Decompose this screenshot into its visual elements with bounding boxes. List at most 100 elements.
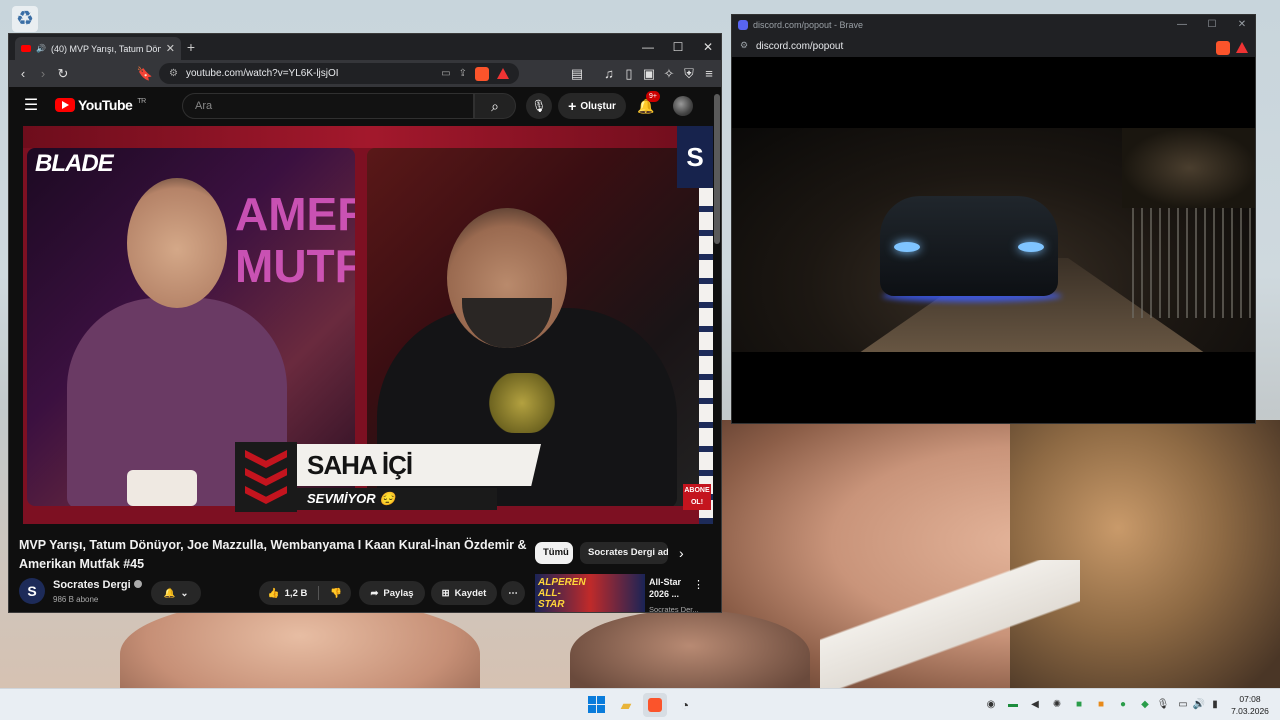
scene-railing (1132, 208, 1255, 318)
site-info-icon[interactable]: ⚙ (169, 68, 178, 79)
minimize-button[interactable]: — (633, 34, 663, 60)
car-headlight-right (1018, 242, 1044, 252)
taskbar-clock[interactable]: 07:08 7.03.2026 (1226, 693, 1274, 717)
stream-video[interactable] (732, 128, 1255, 352)
vpn-icon[interactable]: ⛨ (679, 64, 699, 84)
tray-steam-icon[interactable]: ◉ (984, 698, 998, 712)
save-button[interactable]: ⊞ Kaydet (431, 581, 497, 605)
tray-shield-icon[interactable]: ● (1116, 698, 1130, 712)
cast-icon[interactable]: ▭ (441, 68, 450, 79)
speaker-icon[interactable]: 🔊 (36, 44, 46, 53)
recommended-title[interactable]: All-Star 2026 ... (649, 576, 699, 600)
subscription-bell-button[interactable]: 🔔 ⌄ (151, 581, 201, 605)
notification-count-badge: 9+ (646, 91, 660, 102)
youtube-favicon-icon (21, 45, 31, 52)
tray-mic-icon[interactable]: 🎙 (1156, 698, 1170, 712)
sidebar-icon[interactable]: ▯ (619, 64, 639, 84)
recommended-menu-icon[interactable]: ⋮ (693, 578, 704, 591)
clock-app-icon[interactable]: ◔ (673, 693, 697, 717)
video-top-band (23, 126, 713, 148)
youtube-logo-text: YouTube (78, 97, 133, 113)
popout-close-button[interactable]: ✕ (1227, 15, 1255, 35)
wallpaper-left-shape (120, 600, 480, 688)
more-actions-button[interactable]: ⋯ (501, 581, 525, 605)
lower-third: SAHA İÇİ KOLTUKLAR SEVMİYOR 😔 (235, 442, 541, 512)
tray-app-icon[interactable]: ◀ (1028, 698, 1042, 712)
taskbar: ▰ ◔ ◉ ▬ ◀ ✺ ■ ■ ● ◆ 🎙 ▭ 🔊 ▮ 07:08 7.03.2… (0, 688, 1280, 720)
voice-search-icon[interactable]: 🎙 (526, 93, 552, 119)
chevron-graphic (235, 442, 297, 512)
tray-network-icon[interactable]: ▭ (1176, 698, 1190, 712)
chip-channel[interactable]: Socrates Dergi adl (580, 542, 668, 564)
create-label: Oluştur (580, 100, 616, 112)
url-text: youtube.com/watch?v=YL6K-ljsjOI (185, 68, 339, 79)
tray-security-icon[interactable]: ◆ (1138, 698, 1152, 712)
popout-rewards-icon[interactable] (1236, 42, 1248, 53)
new-tab-button[interactable]: + (181, 38, 201, 58)
dislike-icon[interactable]: 👎 (330, 588, 342, 599)
address-bar[interactable]: ⚙ youtube.com/watch?v=YL6K-ljsjOI ▭ ⇪ (159, 63, 519, 84)
tray-battery-icon[interactable]: ▮ (1208, 698, 1222, 712)
channel-avatar[interactable]: S (19, 578, 45, 604)
video-player[interactable]: BLADE AMERIKAN MUTFAK S SAHA İÇİ KOLTUKL… (23, 126, 713, 524)
tray-orange-icon[interactable]: ■ (1094, 698, 1108, 712)
youtube-play-icon (55, 98, 75, 112)
leo-ai-icon[interactable]: ✧ (659, 64, 679, 84)
host-left-head (127, 178, 227, 308)
search-input[interactable]: Ara (182, 93, 474, 119)
media-icon[interactable]: ♫ (599, 64, 619, 84)
thumbnail-text: ALPEREN ALL-STAR (538, 577, 586, 610)
tray-settings-icon[interactable]: ✺ (1050, 698, 1064, 712)
reload-icon[interactable]: ↻ (53, 64, 73, 84)
account-avatar[interactable] (673, 96, 693, 116)
page-scrollbar[interactable] (714, 94, 720, 244)
shirt-logo (487, 373, 557, 433)
start-button[interactable] (584, 693, 608, 717)
chip-all[interactable]: Tümü (535, 542, 573, 564)
chevron-down-icon: ⌄ (180, 587, 189, 599)
like-icon[interactable]: 👍 (268, 588, 280, 599)
bookmark-icon[interactable]: 🔖 (135, 64, 155, 84)
browser-toolbar: ‹ › ↻ 🔖 ⚙ youtube.com/watch?v=YL6K-ljsjO… (9, 60, 721, 87)
close-tab-icon[interactable]: ✕ (166, 42, 175, 55)
brave-taskbar-icon[interactable] (643, 693, 667, 717)
region-code: TR (137, 97, 146, 105)
popout-minimize-button[interactable]: — (1167, 15, 1197, 35)
popout-brave-shields-icon[interactable] (1216, 41, 1230, 55)
popout-site-info-icon[interactable]: ⚙ (740, 40, 748, 51)
subscriber-count: 986 B abone (53, 595, 99, 604)
youtube-logo[interactable]: YouTube TR (55, 97, 146, 113)
menu-icon[interactable]: ≡ (699, 64, 719, 84)
share-icon[interactable]: ⇪ (459, 68, 467, 79)
back-icon[interactable]: ‹ (13, 64, 33, 84)
recycle-bin-icon[interactable]: ♻ (12, 6, 38, 32)
tray-volume-icon[interactable]: 🔊 (1192, 698, 1206, 712)
share-button[interactable]: ➦ Paylaş (359, 581, 425, 605)
create-button[interactable]: + Oluştur (558, 93, 626, 119)
guide-menu-icon[interactable]: ☰ (21, 96, 41, 116)
recommended-thumbnail[interactable]: ALPEREN ALL-STAR (535, 574, 645, 612)
more-icon: ⋯ (508, 587, 518, 599)
wallpaper-strap (820, 560, 1080, 688)
wallet-icon[interactable]: ▣ (639, 64, 659, 84)
tab-youtube[interactable]: 🔊 (40) MVP Yarışı, Tatum Dönüyor ✕ (15, 37, 181, 60)
channel-name[interactable]: Socrates Dergi (53, 579, 142, 591)
reader-mode-icon[interactable]: ▤ (567, 64, 587, 84)
brave-shields-icon[interactable] (475, 66, 489, 81)
tray-nvidia-icon[interactable]: ▬ (1006, 698, 1020, 712)
chip-next-icon[interactable]: › (679, 545, 684, 561)
forward-icon[interactable]: › (33, 64, 53, 84)
tray-green-icon[interactable]: ■ (1072, 698, 1086, 712)
car-headlight-left (894, 242, 920, 252)
popout-address-bar[interactable]: discord.com/popout (732, 35, 1255, 57)
channel-name-text[interactable]: Socrates Dergi (53, 579, 131, 591)
maximize-button[interactable]: ☐ (663, 34, 693, 60)
file-explorer-icon[interactable]: ▰ (614, 693, 638, 717)
close-window-button[interactable]: ✕ (693, 34, 721, 60)
recommended-channel: Socrates Der... (649, 605, 699, 613)
brave-rewards-icon[interactable] (497, 68, 509, 79)
like-count[interactable]: 1,2 B (285, 588, 308, 599)
blade-logo: BLADE (35, 150, 114, 177)
search-button[interactable]: ⌕ (474, 93, 516, 119)
popout-maximize-button[interactable]: ☐ (1197, 15, 1227, 35)
